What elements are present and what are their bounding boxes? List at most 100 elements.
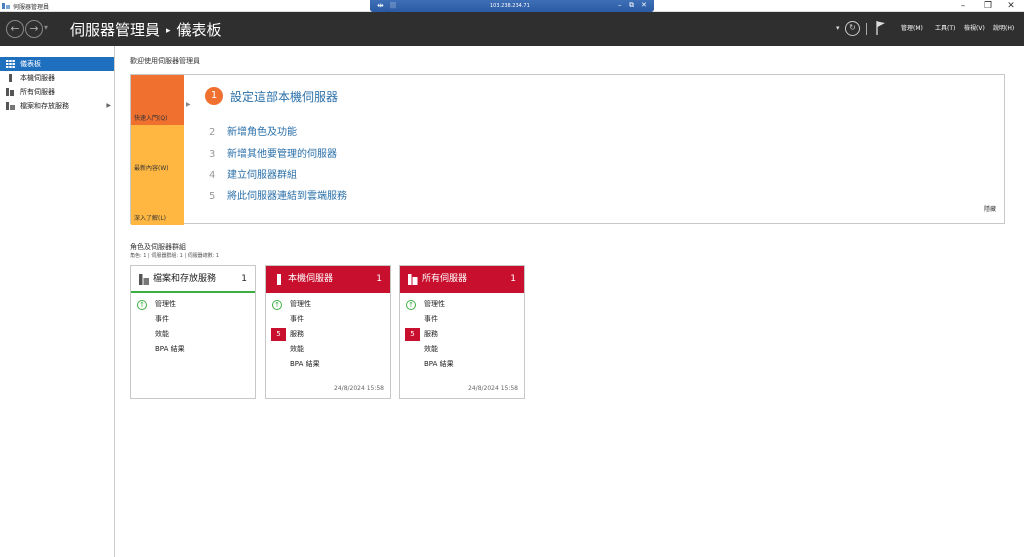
tile-row-events[interactable]: 事件: [131, 312, 255, 327]
refresh-icon[interactable]: ↻: [845, 21, 860, 36]
row-label: 管理性: [155, 300, 176, 308]
row-label: 效能: [290, 345, 304, 353]
tile-row-bpa[interactable]: BPA 結果: [400, 357, 524, 372]
step-create-group[interactable]: 4 建立伺服器群組: [209, 166, 297, 181]
row-label: BPA 結果: [290, 360, 320, 368]
sidebar-item-all-servers[interactable]: 所有伺服器: [0, 85, 114, 99]
tab-label: 深入了解(L): [134, 215, 167, 222]
tile-row-performance[interactable]: 效能: [266, 342, 390, 357]
tile-row-manageability[interactable]: ↑ 管理性: [400, 297, 524, 312]
rdp-restore-button[interactable]: ⧉: [629, 1, 634, 10]
status-ok-icon: ↑: [272, 300, 282, 310]
sidebar-item-local-server[interactable]: 本機伺服器: [0, 71, 114, 85]
expand-arrow-icon[interactable]: ▶: [106, 99, 111, 113]
sidebar-item-label: 本機伺服器: [20, 74, 55, 82]
quick-start-panel: 快速入門(Q) 最新內容(W) 深入了解(L) ▶ 1 設定這部本機伺服器 2新…: [130, 74, 1005, 225]
row-label: 事件: [290, 315, 304, 323]
server-icon: [9, 74, 12, 82]
tile-file-storage[interactable]: 檔案和存放服務 1 ↑ 管理性 事件 效能 BPA 結果: [130, 265, 256, 399]
step-add-roles[interactable]: 2 新增角色及功能: [209, 123, 297, 138]
tile-count: 1: [376, 274, 382, 284]
tile-header[interactable]: 所有伺服器 1: [400, 266, 524, 293]
storage-icon: [139, 274, 149, 285]
remote-connection-bar: ⇹ ||| 103.238.234.71 – ⧉ ✕: [370, 0, 654, 12]
sidebar-item-label: 檔案和存放服務: [20, 102, 69, 110]
step-number: 5: [209, 191, 216, 202]
tile-local-server[interactable]: 本機伺服器 1 ↑ 管理性 事件 5 服務 效能 BPA 結果 24/8/2024 …: [265, 265, 391, 399]
back-button[interactable]: ←: [6, 20, 24, 38]
sidebar-item-file-storage[interactable]: 檔案和存放服務 ▶: [0, 99, 114, 113]
tile-row-performance[interactable]: 效能: [131, 327, 255, 342]
rdp-minimize-button[interactable]: –: [618, 1, 622, 9]
step-link[interactable]: 將此伺服器連結到雲端服務: [227, 191, 347, 202]
row-label: 事件: [424, 315, 438, 323]
tile-timestamp: 24/8/2024 15:58: [334, 385, 384, 392]
row-label: 服務: [424, 330, 438, 338]
tab-quick-start[interactable]: 快速入門(Q): [131, 75, 184, 125]
step-number: 3: [209, 149, 216, 160]
step-number: 4: [209, 170, 216, 181]
step-link[interactable]: 新增其他要管理的伺服器: [227, 149, 337, 160]
menu-view[interactable]: 檢視(V): [964, 23, 985, 32]
forward-button[interactable]: →: [25, 20, 43, 38]
tab-label: 最新內容(W): [134, 165, 169, 172]
tab-whats-new[interactable]: 最新內容(W): [131, 125, 184, 175]
tile-header[interactable]: 本機伺服器 1: [266, 266, 390, 293]
dashboard-icon: [6, 60, 15, 68]
step-link[interactable]: 新增角色及功能: [227, 127, 297, 138]
tile-all-servers[interactable]: 所有伺服器 1 ↑ 管理性 事件 5 服務 效能 BPA 結果 24/8/2024 …: [399, 265, 525, 399]
menu-help[interactable]: 說明(H): [993, 23, 1014, 32]
server-manager-app-icon: [2, 3, 10, 9]
tile-row-services[interactable]: 5 服務: [400, 327, 524, 342]
tile-row-events[interactable]: 事件: [266, 312, 390, 327]
remote-ip: 103.238.234.71: [490, 3, 530, 9]
tile-row-events[interactable]: 事件: [400, 312, 524, 327]
sidebar: 儀表板 本機伺服器 所有伺服器 檔案和存放服務 ▶: [0, 46, 115, 557]
tile-row-manageability[interactable]: ↑ 管理性: [266, 297, 390, 312]
tab-label: 快速入門(Q): [134, 115, 168, 122]
step-add-servers[interactable]: 3 新增其他要管理的伺服器: [209, 145, 337, 160]
row-label: 效能: [155, 330, 169, 338]
history-dropdown-icon[interactable]: ▾: [44, 23, 48, 32]
status-ok-icon: ↑: [137, 300, 147, 310]
roles-summary: 角色: 1 | 伺服器群組: 1 | 伺服器總數: 1: [130, 253, 220, 259]
tile-row-performance[interactable]: 效能: [400, 342, 524, 357]
servers-icon: [408, 274, 418, 285]
tile-header[interactable]: 檔案和存放服務 1: [131, 266, 255, 293]
breadcrumb: 伺服器管理員 ▸ 儀表板: [70, 19, 222, 40]
tile-row-services[interactable]: 5 服務: [266, 327, 390, 342]
signal-icon: |||: [390, 2, 397, 9]
breadcrumb-separator-icon: ▸: [166, 26, 171, 36]
hide-link[interactable]: 隱藏: [984, 204, 996, 213]
sidebar-item-label: 儀表板: [20, 60, 41, 68]
sidebar-item-dashboard[interactable]: 儀表板: [0, 57, 114, 71]
alert-count-badge: 5: [405, 328, 420, 341]
breadcrumb-page: 儀表板: [176, 21, 222, 39]
close-button[interactable]: ✕: [996, 0, 1024, 12]
alert-count-badge: 5: [271, 328, 286, 341]
servers-icon: [6, 88, 14, 96]
breadcrumb-app[interactable]: 伺服器管理員: [70, 21, 160, 39]
rdp-close-button[interactable]: ✕: [641, 1, 647, 9]
tile-row-bpa[interactable]: BPA 結果: [131, 342, 255, 357]
tab-learn-more[interactable]: 深入了解(L): [131, 175, 184, 225]
step-link[interactable]: 建立伺服器群組: [227, 170, 297, 181]
pin-icon[interactable]: ⇹: [377, 1, 384, 10]
menu-tools[interactable]: 工具(T): [935, 23, 955, 32]
main-content: 歡迎使用伺服器管理員 快速入門(Q) 最新內容(W) 深入了解(L) ▶ 1 設…: [116, 46, 1024, 557]
status-ok-icon: ↑: [406, 300, 416, 310]
refresh-dropdown-icon[interactable]: ▾: [836, 24, 840, 32]
step-link[interactable]: 設定這部本機伺服器: [230, 88, 338, 105]
tile-row-manageability[interactable]: ↑ 管理性: [131, 297, 255, 312]
notification-flag-icon[interactable]: [876, 20, 886, 36]
row-label: BPA 結果: [424, 360, 454, 368]
tile-timestamp: 24/8/2024 15:58: [468, 385, 518, 392]
roles-section-title: 角色及伺服器群組: [130, 243, 186, 251]
tile-title: 檔案和存放服務: [153, 274, 217, 284]
tile-row-bpa[interactable]: BPA 結果: [266, 357, 390, 372]
step-connect-cloud[interactable]: 5 將此伺服器連結到雲端服務: [209, 187, 347, 202]
row-label: 服務: [290, 330, 304, 338]
welcome-title: 歡迎使用伺服器管理員: [130, 57, 200, 65]
menu-manage[interactable]: 管理(M): [901, 23, 923, 32]
tile-title: 所有伺服器: [422, 274, 468, 284]
